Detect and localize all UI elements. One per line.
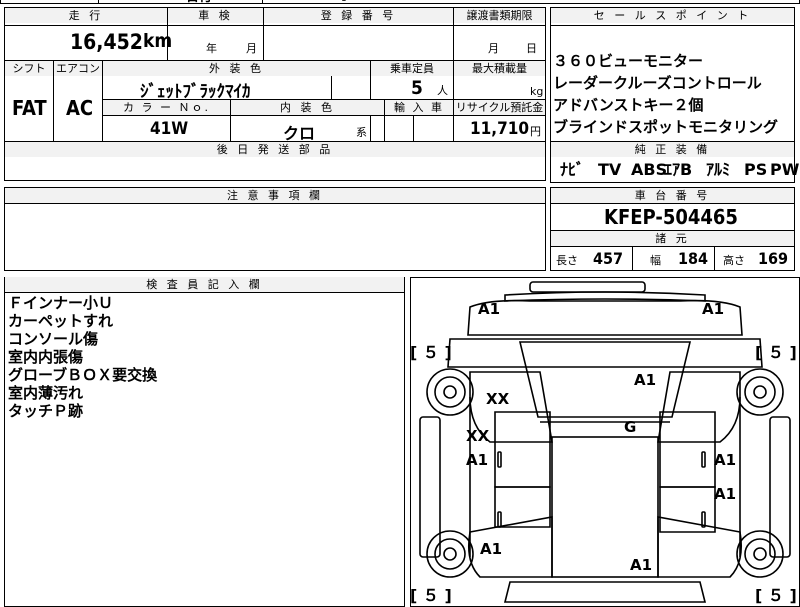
mileage-unit: km <box>143 30 173 52</box>
width-value: 184 <box>678 249 709 268</box>
length-value: 457 <box>593 249 624 268</box>
tire-tread-rear-right: [ ５ ] <box>755 586 797 605</box>
top-strip-divider <box>262 0 263 4</box>
equipment-item: PS <box>744 160 768 179</box>
damage-mark: A1 <box>702 300 725 318</box>
notes-header: 注 意 事 項 欄 <box>5 188 545 203</box>
damage-mark: A1 <box>714 451 737 469</box>
sales-point-item: アドバンストキー２個 <box>553 96 704 114</box>
exterior-header: 外 装 色 <box>103 61 370 76</box>
color-no-header: カ ラ ー Ｎｏ. <box>103 100 230 115</box>
inspector-line: カーペットすれ <box>8 312 114 330</box>
inspection-month: 月 <box>246 42 257 55</box>
inspector-line: タッチＰ跡 <box>8 402 84 420</box>
ac-header: エアコン <box>54 61 102 76</box>
top-strip-divider <box>98 0 99 4</box>
inspection-header: 車 検 <box>168 8 263 23</box>
transfer-header: 譲渡書類期限 <box>454 8 545 23</box>
width-label: 幅 <box>650 254 661 267</box>
registration-header: 登 録 番 号 <box>264 8 453 23</box>
capacity-header: 乗車定員 <box>371 61 453 76</box>
inspector-line: 室内薄汚れ <box>8 384 84 402</box>
tire-tread-rear-left: [ ５ ] <box>410 586 452 605</box>
damage-mark: A1 <box>466 451 489 469</box>
inspection-year: 年 <box>206 42 217 55</box>
equipment-header: 純 正 装 備 <box>551 142 794 157</box>
interior-suffix: 系 <box>356 126 367 139</box>
capacity-unit: 人 <box>437 84 448 97</box>
inspector-header: 検 査 員 記 入 欄 <box>5 277 404 292</box>
equipment-item: ｴｱB <box>664 160 693 179</box>
inspector-line: コンソール傷 <box>8 330 99 348</box>
tire-tread-front-right: [ ５ ] <box>755 343 797 362</box>
top-partial-extra: 9 <box>341 0 348 5</box>
damage-mark: XX <box>466 427 490 445</box>
equipment-item: ｱﾙﾐ <box>706 160 731 179</box>
top-strip <box>0 0 800 4</box>
equipment-item: ABS <box>631 160 668 179</box>
interior-color: クロ <box>283 124 316 143</box>
ac-value: AC <box>66 96 94 120</box>
color-no-value: 41W <box>150 119 189 139</box>
damage-mark: A1 <box>478 300 501 318</box>
sales-point-item: レーダークルーズコントロール <box>553 74 762 92</box>
capacity-value: 5 <box>411 77 423 99</box>
height-label: 高さ <box>723 254 745 267</box>
interior-header: 内 装 色 <box>231 100 384 115</box>
tire-tread-front-left: [ ５ ] <box>410 343 452 362</box>
inspector-line: 室内内張傷 <box>8 348 84 366</box>
inspector-line: グローブＢＯＸ要交換 <box>8 366 158 384</box>
import-header: 輸 入 車 <box>385 100 453 115</box>
damage-mark: G <box>624 418 637 436</box>
transfer-month: 月 <box>488 42 499 55</box>
recycle-header: リサイクル預託金 <box>454 100 545 115</box>
length-label: 長さ <box>556 254 578 267</box>
chassis-header: 車 台 番 号 <box>551 188 794 203</box>
top-partial-value: 日付 <box>186 0 212 5</box>
recycle-unit: 円 <box>530 125 541 138</box>
exterior-color: ｼﾞｪｯﾄﾌﾞﾗｯｸﾏｲｶ <box>140 82 251 102</box>
max-load-unit: kg <box>530 85 544 98</box>
damage-mark: A1 <box>630 556 653 574</box>
equipment-item: ﾅﾋﾞ <box>560 160 585 179</box>
recycle-fee: 11,710 <box>470 119 530 139</box>
later-parts-header: 後 日 発 送 部 品 <box>5 142 545 157</box>
inspector-line: Ｆインナー小Ｕ <box>8 294 114 312</box>
equipment-item: TV <box>598 160 622 179</box>
max-load-header: 最大積載量 <box>454 61 545 76</box>
height-value: 169 <box>758 249 789 268</box>
mileage-value: 16,452 <box>70 30 143 54</box>
damage-mark: XX <box>486 390 510 408</box>
damage-mark: A1 <box>714 485 737 503</box>
transfer-day: 日 <box>526 42 537 55</box>
mileage-header: 走 行 <box>5 8 167 23</box>
sales-point-item: ブラインドスポットモニタリング <box>553 118 779 136</box>
damage-mark: A1 <box>634 371 657 389</box>
spec-header: 諸 元 <box>551 231 794 246</box>
chassis-number: KFEP-504465 <box>604 205 738 229</box>
sales-point-item: ３６０ビューモニター <box>553 52 704 70</box>
damage-mark: A1 <box>480 540 503 558</box>
shift-value: FAT <box>12 96 47 120</box>
equipment-item: PW <box>770 160 800 179</box>
sales-points-header: セ ー ル ス ポ イ ン ト <box>551 8 794 23</box>
shift-header: シフト <box>5 61 53 76</box>
